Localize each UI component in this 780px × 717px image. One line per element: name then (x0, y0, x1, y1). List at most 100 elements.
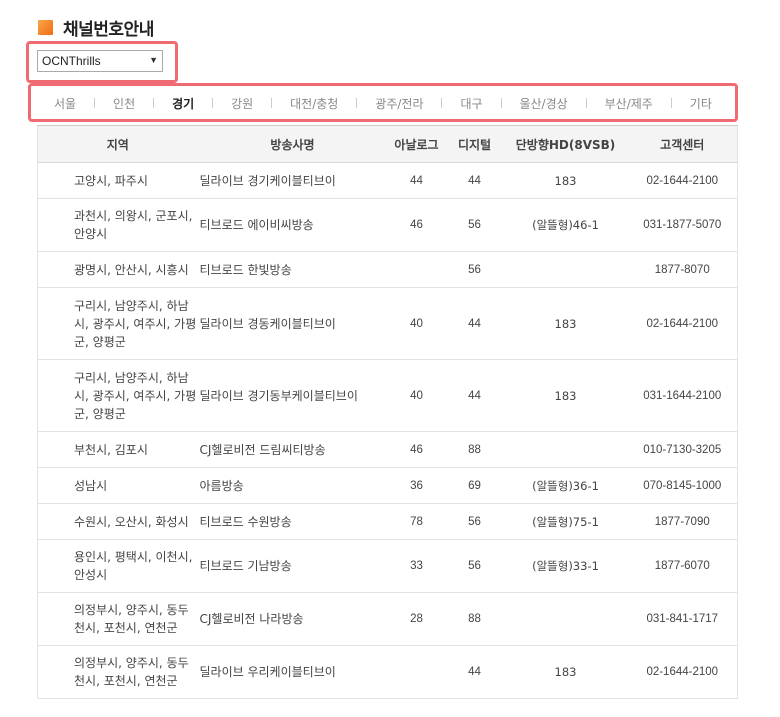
cell-station: 티브로드 에이비씨방송 (197, 198, 388, 252)
table-header-row: 지역 방송사명 아날로그 디지털 단방향HD(8VSB) 고객센터 (37, 125, 738, 163)
cell-station: 딜라이브 우리케이블티브이 (197, 645, 388, 699)
cell-station: 아름방송 (197, 467, 388, 504)
cell-analog: 46 (387, 431, 446, 468)
cell-region: 구리시, 남양주시, 하남시, 광주시, 여주시, 가평군, 양평군 (37, 287, 198, 360)
tab-separator (585, 98, 587, 108)
tab-separator (94, 98, 96, 108)
tab-region[interactable]: 대구 (460, 95, 482, 112)
cell-region: 의정부시, 양주시, 동두천시, 포천시, 연천군 (37, 592, 198, 646)
cell-hd: 183 (503, 287, 628, 360)
table-row: 고양시, 파주시 딜라이브 경기케이블티브이 44 44 183 02-1644-2100 (37, 162, 738, 199)
tab-region[interactable]: 경기 (172, 95, 194, 112)
cell-digital: 44 (445, 359, 504, 432)
dropdown-arrow-icon[interactable]: ▼ (149, 55, 158, 65)
table-row: 구리시, 남양주시, 하남시, 광주시, 여주시, 가평군, 양평군 딜라이브 경… (37, 359, 738, 432)
cell-region: 용인시, 평택시, 이천시, 안성시 (37, 539, 198, 593)
cell-region: 성남시 (37, 467, 198, 504)
cell-phone: 010-7130-3205 (627, 431, 738, 468)
cell-phone: 031-1877-5070 (627, 198, 738, 252)
table-row: 성남시 아름방송 36 69 (알뜰형)36-1 070-8145-1000 (37, 467, 738, 504)
cell-digital: 44 (445, 287, 504, 360)
cell-analog: 40 (387, 359, 446, 432)
tab-region[interactable]: 울산/경상 (519, 95, 567, 112)
channel-select[interactable]: OCNThrills ▼ (37, 50, 163, 72)
table-row: 수원시, 오산시, 화성시 티브로드 수원방송 78 56 (알뜰형)75-1 1877-… (37, 503, 738, 540)
table-row: 구리시, 남양주시, 하남시, 광주시, 여주시, 가평군, 양평군 딜라이브 경… (37, 287, 738, 360)
cell-digital: 88 (445, 431, 504, 468)
cell-analog: 36 (387, 467, 446, 504)
cell-hd: (알뜰형)36-1 (503, 467, 628, 504)
tab-region[interactable]: 강원 (231, 95, 253, 112)
cell-hd: (알뜰형)75-1 (503, 503, 628, 540)
cell-digital: 56 (445, 251, 504, 288)
tab-separator (153, 98, 155, 108)
cell-digital: 44 (445, 645, 504, 699)
cell-region: 구리시, 남양주시, 하남시, 광주시, 여주시, 가평군, 양평군 (37, 359, 198, 432)
cell-analog: 28 (387, 592, 446, 646)
cell-hd (503, 251, 628, 288)
tab-region[interactable]: 광주/전라 (375, 95, 423, 112)
cell-station: 딜라이브 경기케이블티브이 (197, 162, 388, 199)
header-digital: 디지털 (445, 125, 504, 163)
tab-separator (441, 98, 443, 108)
cell-phone: 070-8145-1000 (627, 467, 738, 504)
cell-phone: 1877-7090 (627, 503, 738, 540)
header-hd: 단방향HD(8VSB) (503, 125, 628, 163)
tab-separator (356, 98, 358, 108)
cell-station: CJ헬로비전 나라방송 (197, 592, 388, 646)
table-row: 의정부시, 양주시, 동두천시, 포천시, 연천군 딜라이브 우리케이블티브이 44… (37, 645, 738, 699)
cell-region: 고양시, 파주시 (37, 162, 198, 199)
cell-region: 부천시, 김포시 (37, 431, 198, 468)
cell-hd: (알뜰형)46-1 (503, 198, 628, 252)
cell-digital: 56 (445, 503, 504, 540)
header-region: 지역 (37, 125, 198, 163)
channel-select-value: OCNThrills (42, 54, 101, 68)
cell-phone: 031-1644-2100 (627, 359, 738, 432)
cell-analog (387, 251, 446, 288)
tab-region[interactable]: 대전/충청 (290, 95, 338, 112)
table-row: 부천시, 김포시 CJ헬로비전 드림씨티방송 46 88 010-7130-3205 (37, 431, 738, 468)
cell-region: 의정부시, 양주시, 동두천시, 포천시, 연천군 (37, 645, 198, 699)
cell-phone: 02-1644-2100 (627, 162, 738, 199)
tab-region[interactable]: 부산/제주 (605, 95, 653, 112)
page-title: 채널번호안내 (63, 20, 154, 40)
tab-region[interactable]: 기타 (690, 95, 712, 112)
cell-hd: 183 (503, 162, 628, 199)
cell-hd (503, 431, 628, 468)
channel-table: 지역 방송사명 아날로그 디지털 단방향HD(8VSB) 고객센터 고양시, 파… (37, 125, 738, 699)
cell-region: 수원시, 오산시, 화성시 (37, 503, 198, 540)
cell-analog: 46 (387, 198, 446, 252)
cell-analog: 40 (387, 287, 446, 360)
cell-analog: 44 (387, 162, 446, 199)
tab-region[interactable]: 서울 (54, 95, 76, 112)
cell-analog: 33 (387, 539, 446, 593)
tab-separator (271, 98, 273, 108)
cell-hd: 183 (503, 359, 628, 432)
orange-square-icon (38, 20, 53, 35)
cell-analog (387, 645, 446, 699)
cell-station: 딜라이브 경동케이블티브이 (197, 287, 388, 360)
table-row: 과천시, 의왕시, 군포시, 안양시 티브로드 에이비씨방송 46 56 (알뜰형)46… (37, 198, 738, 252)
tab-region[interactable]: 인천 (113, 95, 135, 112)
cell-hd (503, 592, 628, 646)
cell-hd: (알뜰형)33-1 (503, 539, 628, 593)
table-row: 용인시, 평택시, 이천시, 안성시 티브로드 기남방송 33 56 (알뜰형)33-1… (37, 539, 738, 593)
header-phone: 고객센터 (627, 125, 738, 163)
region-tabs: 서울 인천 경기 강원 대전/충청 광주/전라 대구 울산/경상 부산/제주 기타 (36, 89, 730, 117)
cell-phone: 031-841-1717 (627, 592, 738, 646)
header-analog: 아날로그 (387, 125, 446, 163)
tab-separator (500, 98, 502, 108)
cell-digital: 88 (445, 592, 504, 646)
cell-digital: 69 (445, 467, 504, 504)
table-row: 의정부시, 양주시, 동두천시, 포천시, 연천군 CJ헬로비전 나라방송 28 88… (37, 592, 738, 646)
cell-station: 티브로드 수원방송 (197, 503, 388, 540)
header-station: 방송사명 (197, 125, 388, 163)
cell-analog: 78 (387, 503, 446, 540)
cell-station: 딜라이브 경기동부케이블티브이 (197, 359, 388, 432)
cell-region: 광명시, 안산시, 시흥시 (37, 251, 198, 288)
cell-phone: 02-1644-2100 (627, 645, 738, 699)
tab-separator (212, 98, 214, 108)
cell-station: 티브로드 한빛방송 (197, 251, 388, 288)
cell-hd: 183 (503, 645, 628, 699)
cell-region: 과천시, 의왕시, 군포시, 안양시 (37, 198, 198, 252)
